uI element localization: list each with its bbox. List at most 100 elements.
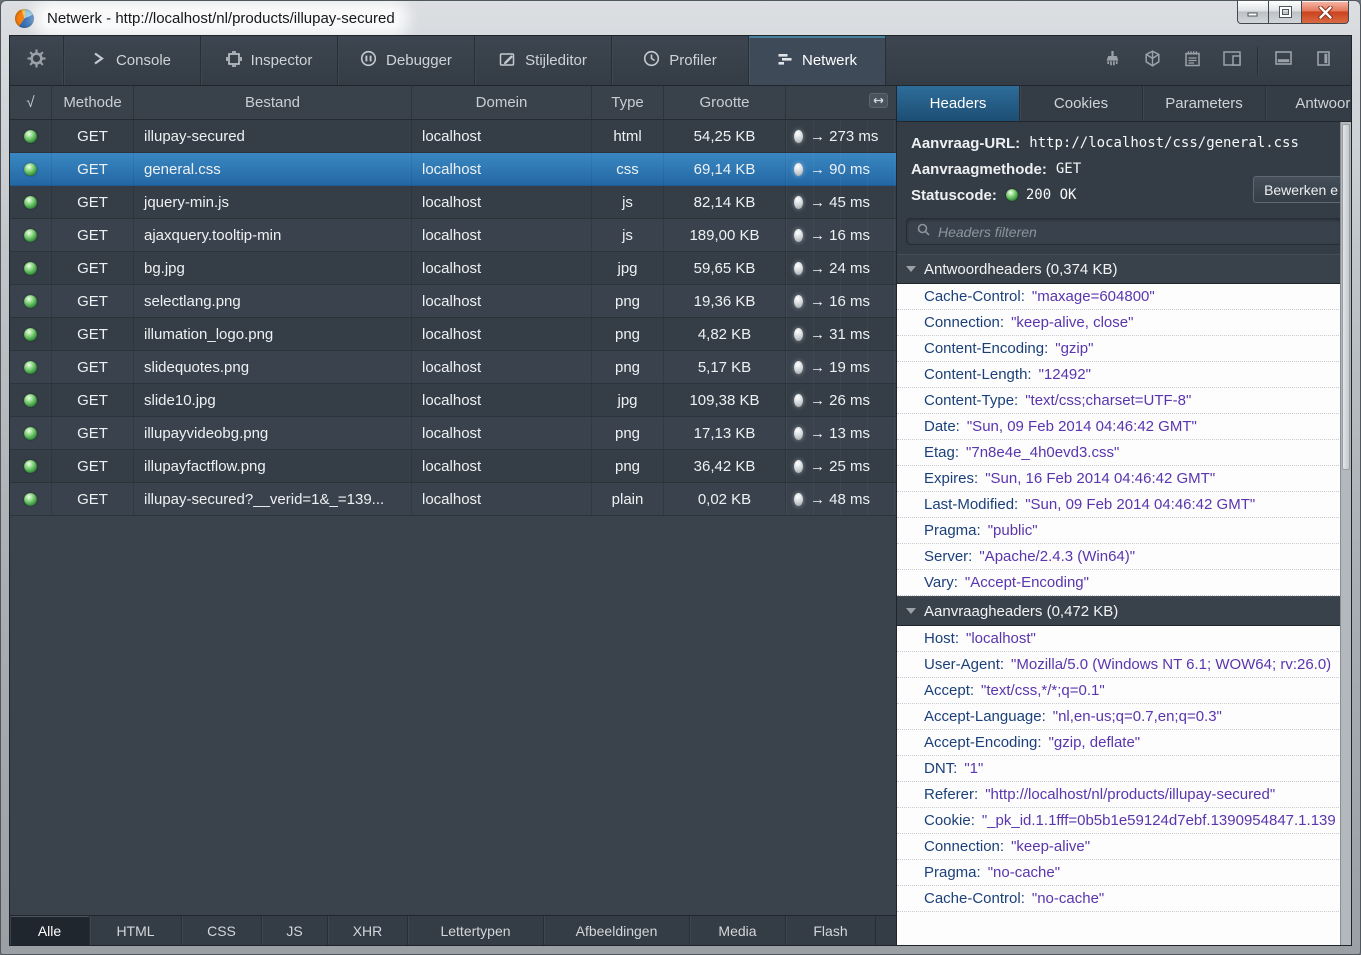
- file-cell: slide10.jpg: [134, 384, 412, 416]
- request-headers-section[interactable]: Aanvraagheaders (0,472 KB): [897, 596, 1351, 626]
- filter-media[interactable]: Media: [690, 916, 786, 945]
- column-header-domain[interactable]: Domein: [412, 86, 592, 119]
- timing-value: → 26 ms: [810, 391, 871, 409]
- responsive-mode-button[interactable]: [1212, 44, 1252, 78]
- tool-tab-profiler[interactable]: Profiler: [612, 36, 749, 85]
- column-header-timeline[interactable]: [786, 86, 896, 119]
- header-row[interactable]: Referer: "http://localhost/nl/products/il…: [897, 782, 1351, 808]
- maximize-button[interactable]: [1269, 1, 1301, 24]
- method-cell: GET: [52, 120, 134, 152]
- table-row[interactable]: GET illupayvideobg.png localhost png 17,13 K…: [10, 417, 896, 450]
- filter-alle[interactable]: Alle: [10, 916, 90, 945]
- headers-filter-input[interactable]: Headers filteren: [906, 218, 1342, 245]
- scrollbar-thumb[interactable]: [1342, 124, 1350, 470]
- header-row[interactable]: Connection: "keep-alive, close": [897, 310, 1351, 336]
- paint-flashing-button[interactable]: [1092, 44, 1132, 78]
- column-header-size[interactable]: Grootte: [664, 86, 786, 119]
- filter-css[interactable]: CSS: [182, 916, 262, 945]
- edit-resend-button[interactable]: Bewerken e: [1253, 176, 1349, 203]
- header-row[interactable]: Cookie: "_pk_id.1.1fff=0b5b1e59124d7ebf.1…: [897, 808, 1351, 834]
- dock-bottom-icon: [1274, 51, 1292, 70]
- header-row[interactable]: Accept-Encoding: "gzip, deflate": [897, 730, 1351, 756]
- titlebar[interactable]: Netwerk - http://localhost/nl/products/i…: [1, 1, 1360, 35]
- header-row[interactable]: Last-Modified: "Sun, 09 Feb 2014 04:46:42…: [897, 492, 1351, 518]
- header-row[interactable]: Vary: "Accept-Encoding": [897, 570, 1351, 596]
- filter-js[interactable]: JS: [262, 916, 328, 945]
- header-row[interactable]: Pragma: "public": [897, 518, 1351, 544]
- header-row[interactable]: DNT: "1": [897, 756, 1351, 782]
- header-row[interactable]: Server: "Apache/2.4.3 (Win64)": [897, 544, 1351, 570]
- close-button[interactable]: [1301, 1, 1349, 24]
- header-row[interactable]: Accept: "text/css,*/*;q=0.1": [897, 678, 1351, 704]
- header-row[interactable]: Content-Length: "12492": [897, 362, 1351, 388]
- file-cell: bg.jpg: [134, 252, 412, 284]
- column-header-method[interactable]: Methode: [52, 86, 134, 119]
- table-row[interactable]: GET illumation_logo.png localhost png 4,82 K…: [10, 318, 896, 351]
- column-header-status[interactable]: √: [10, 86, 52, 119]
- table-row[interactable]: GET bg.jpg localhost jpg 59,65 KB → 24 ms: [10, 252, 896, 285]
- size-cell: 19,36 KB: [664, 285, 786, 317]
- dock-sidebar-button[interactable]: [1303, 44, 1343, 78]
- size-cell: 82,14 KB: [664, 186, 786, 218]
- status-ok-icon: [24, 129, 37, 143]
- details-tab-headers[interactable]: Headers: [897, 86, 1020, 121]
- header-row[interactable]: Content-Encoding: "gzip": [897, 336, 1351, 362]
- header-row[interactable]: Cache-Control: "no-cache": [897, 886, 1351, 912]
- tool-tab-styleeditor[interactable]: Stijleditor: [475, 36, 612, 85]
- tool-tab-console[interactable]: Console: [64, 36, 201, 85]
- table-row[interactable]: GET illupay-secured?__verid=1&_=139... loc…: [10, 483, 896, 516]
- table-row[interactable]: GET illupay-secured localhost html 54,25 KB →…: [10, 120, 896, 153]
- file-cell: illupayvideobg.png: [134, 417, 412, 449]
- file-cell: illupay-secured?__verid=1&_=139...: [134, 483, 412, 515]
- filter-html[interactable]: HTML: [90, 916, 182, 945]
- header-row[interactable]: User-Agent: "Mozilla/5.0 (Windows NT 6.1;…: [897, 652, 1351, 678]
- details-tab-parameters[interactable]: Parameters: [1143, 86, 1266, 121]
- settings-button[interactable]: [10, 36, 64, 85]
- header-name: Content-Length:: [924, 366, 1032, 383]
- timing-value: → 16 ms: [810, 292, 871, 310]
- tool-tab-network[interactable]: Netwerk: [749, 36, 886, 85]
- tool-tab-inspector[interactable]: Inspector: [201, 36, 338, 85]
- details-scrollbar[interactable]: [1340, 122, 1351, 945]
- table-row[interactable]: GET general.css localhost css 69,14 KB → 90 m…: [10, 153, 896, 186]
- header-row[interactable]: Accept-Language: "nl,en-us;q=0.7,en;q=0.3…: [897, 704, 1351, 730]
- file-cell: jquery-min.js: [134, 186, 412, 218]
- header-row[interactable]: Connection: "keep-alive": [897, 834, 1351, 860]
- status-ok-icon: [24, 459, 37, 473]
- tool-tab-debugger[interactable]: Debugger: [338, 36, 475, 85]
- filter-flash[interactable]: Flash: [786, 916, 876, 945]
- header-row[interactable]: Host: "localhost": [897, 626, 1351, 652]
- timeline-toggle-icon[interactable]: [869, 93, 888, 112]
- minimize-button[interactable]: [1237, 1, 1269, 24]
- table-row[interactable]: GET jquery-min.js localhost js 82,14 KB → 45 …: [10, 186, 896, 219]
- filter-afbeeldingen[interactable]: Afbeeldingen: [544, 916, 690, 945]
- table-row[interactable]: GET slidequotes.png localhost png 5,17 KB → 1…: [10, 351, 896, 384]
- timing-value: → 90 ms: [810, 160, 871, 178]
- table-row[interactable]: GET illupayfactflow.png localhost png 36,42 …: [10, 450, 896, 483]
- table-row[interactable]: GET slide10.jpg localhost jpg 109,38 KB → 26 …: [10, 384, 896, 417]
- header-row[interactable]: Content-Type: "text/css;charset=UTF-8": [897, 388, 1351, 414]
- dock-bottom-button[interactable]: [1263, 44, 1303, 78]
- column-header-file[interactable]: Bestand: [134, 86, 412, 119]
- header-row[interactable]: Cache-Control: "maxage=604800": [897, 284, 1351, 310]
- filter-xhr[interactable]: XHR: [328, 916, 408, 945]
- header-row[interactable]: Expires: "Sun, 16 Feb 2014 04:46:42 GMT": [897, 466, 1351, 492]
- header-value: "maxage=604800": [1031, 288, 1155, 305]
- header-row[interactable]: Etag: "7n8e4e_4h0evd3.css": [897, 440, 1351, 466]
- inspector-icon: [225, 50, 242, 71]
- header-name: DNT:: [924, 760, 958, 777]
- details-tab-cookies[interactable]: Cookies: [1020, 86, 1143, 121]
- response-headers-section[interactable]: Antwoordheaders (0,374 KB): [897, 254, 1351, 284]
- header-row[interactable]: Date: "Sun, 09 Feb 2014 04:46:42 GMT": [897, 414, 1351, 440]
- column-header-type[interactable]: Type: [592, 86, 664, 119]
- details-tab-antwoord[interactable]: Antwoord: [1266, 86, 1351, 121]
- table-row[interactable]: GET ajaxquery.tooltip-min localhost js 189,0…: [10, 219, 896, 252]
- header-value: "Accept-Encoding": [964, 574, 1089, 591]
- 3d-view-button[interactable]: [1132, 44, 1172, 78]
- header-name: Accept:: [924, 682, 975, 699]
- table-row[interactable]: GET selectlang.png localhost png 19,36 KB → 1…: [10, 285, 896, 318]
- tool-tab-label: Stijleditor: [525, 52, 587, 69]
- filter-lettertypen[interactable]: Lettertypen: [408, 916, 544, 945]
- scratchpad-button[interactable]: [1172, 44, 1212, 78]
- header-row[interactable]: Pragma: "no-cache": [897, 860, 1351, 886]
